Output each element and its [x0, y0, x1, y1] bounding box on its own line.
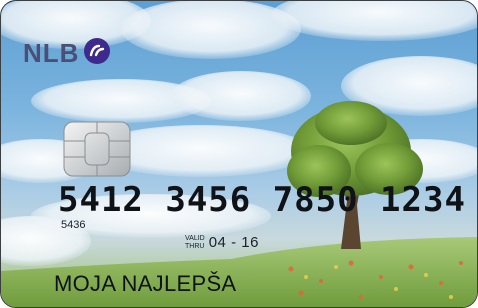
- cardholder-name: MOJA NAJLEPŠA: [54, 271, 237, 296]
- brand-name: NLB: [23, 38, 80, 68]
- nlb-logo-icon: [84, 37, 111, 64]
- card-bin-small: 5436: [61, 219, 86, 231]
- expiry-date: 04 - 16: [208, 234, 259, 251]
- emv-chip-icon: [63, 121, 131, 177]
- valid-label: VALID: [185, 234, 205, 242]
- payment-card: NLB 5412 3456 7850 1234 5436 VALID THRU …: [0, 0, 478, 308]
- card-number: 5412 3456 7850 1234: [58, 180, 466, 220]
- brand-logo: NLB: [23, 37, 111, 69]
- valid-thru-label: VALID THRU: [185, 235, 205, 251]
- expiry-group: VALID THRU 04 - 16: [185, 234, 259, 251]
- thru-label: THRU: [185, 242, 205, 250]
